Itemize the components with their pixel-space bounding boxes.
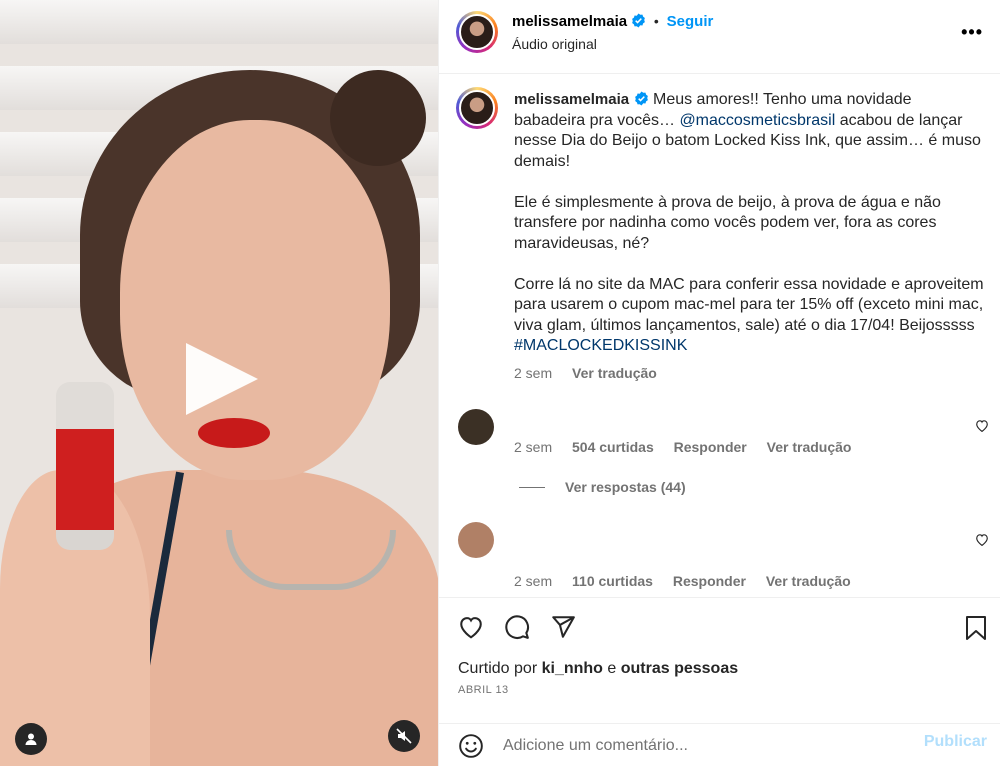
caption-username[interactable]: melissamelmaia [514, 91, 629, 108]
emoji-icon[interactable] [458, 733, 484, 759]
share-paper-plane-icon[interactable] [550, 614, 576, 640]
user-icon [25, 733, 37, 745]
comment-avatar[interactable] [458, 522, 494, 558]
view-replies-button[interactable]: Ver respostas (44) [565, 479, 686, 495]
post-caption: melissamelmaia Meus amores!! Tenho uma n… [514, 90, 984, 383]
replies-divider [519, 487, 545, 488]
save-bookmark-icon[interactable] [965, 615, 987, 641]
liked-by-user-link[interactable]: ki_nnho [542, 660, 603, 677]
video-subject-bun [330, 70, 426, 166]
liked-by-middle: e [602, 660, 621, 677]
heart-icon[interactable] [975, 419, 989, 432]
post-video[interactable] [0, 0, 438, 766]
post-header: melissamelmaia • Seguir Áudio original •… [439, 0, 1000, 74]
caption-translate-button[interactable]: Ver tradução [572, 365, 657, 381]
reply-button[interactable]: Responder [673, 573, 746, 589]
comment-likes[interactable]: 110 curtidas [572, 573, 653, 589]
mute-button[interactable] [388, 720, 420, 752]
more-options-button[interactable]: ••• [961, 22, 983, 43]
muted-speaker-icon [396, 728, 412, 744]
publish-button[interactable]: Publicar [924, 733, 987, 751]
play-icon[interactable] [186, 343, 258, 415]
lipstick-product [56, 382, 114, 550]
comment-translate-button[interactable]: Ver tradução [766, 573, 851, 589]
comment-bar: Publicar [439, 723, 1000, 766]
post-side-panel: melissamelmaia • Seguir Áudio original •… [438, 0, 1000, 766]
comment-bubble-icon[interactable] [504, 614, 530, 640]
verified-icon [632, 13, 645, 28]
heart-icon[interactable] [975, 533, 989, 546]
verified-icon [634, 91, 648, 106]
caption-author-avatar[interactable] [456, 87, 498, 129]
caption-paragraph: Ele é simplesmente à prova de beijo, à p… [514, 193, 941, 252]
liked-by-prefix: Curtido por [458, 660, 542, 677]
author-avatar[interactable] [456, 11, 498, 53]
comment-input[interactable] [503, 732, 903, 760]
comment-avatar[interactable] [458, 409, 494, 445]
audio-label[interactable]: Áudio original [512, 36, 597, 52]
comment-meta: 2 sem 110 curtidas Responder Ver traduçã… [514, 573, 867, 589]
follow-button[interactable]: Seguir [667, 13, 714, 30]
caption-meta: 2 sem Ver tradução [514, 363, 984, 384]
video-subject-lips [198, 418, 270, 448]
like-heart-icon[interactable] [458, 615, 484, 639]
comment-time[interactable]: 2 sem [514, 439, 552, 455]
post-actions: Curtido por ki_nnho e outras pessoas ABR… [439, 597, 1000, 766]
comment-meta: 2 sem 504 curtidas Responder Ver traduçã… [514, 439, 867, 455]
separator-dot: • [653, 13, 659, 29]
tagged-users-button[interactable] [15, 723, 47, 755]
hashtag-link[interactable]: #MACLOCKEDKISSINK [514, 337, 687, 354]
comment-likes[interactable]: 504 curtidas [572, 439, 654, 455]
comment-time[interactable]: 2 sem [514, 573, 552, 589]
caption-time[interactable]: 2 sem [514, 365, 552, 381]
caption-text: Corre lá no site da MAC para conferir es… [514, 275, 984, 334]
post-date[interactable]: ABRIL 13 [458, 684, 509, 696]
liked-by-others-link[interactable]: outras pessoas [621, 660, 738, 677]
window-blind [0, 0, 438, 44]
mention-link[interactable]: @maccosmeticsbrasil [679, 112, 835, 129]
post-modal: melissamelmaia • Seguir Áudio original •… [0, 0, 1000, 766]
author-username[interactable]: melissamelmaia [512, 13, 627, 30]
reply-button[interactable]: Responder [674, 439, 747, 455]
comment-translate-button[interactable]: Ver tradução [767, 439, 852, 455]
liked-by: Curtido por ki_nnho e outras pessoas [458, 660, 738, 678]
